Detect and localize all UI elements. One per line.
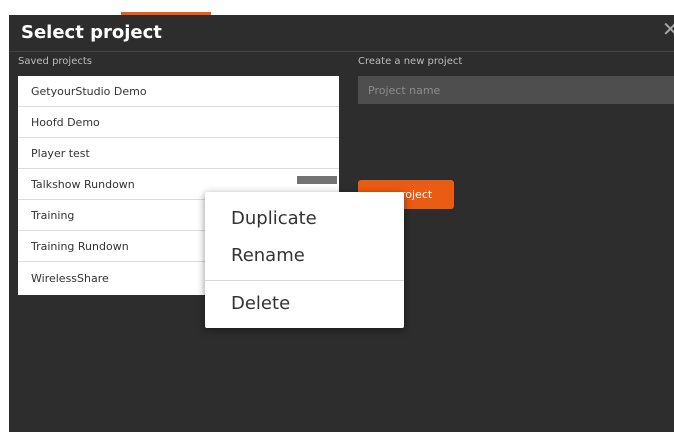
duplicate-menu-item[interactable]: Duplicate (205, 201, 404, 237)
delete-menu-item[interactable]: Delete (205, 286, 404, 322)
rename-menu-item[interactable]: Rename (205, 238, 404, 274)
saved-projects-label: Saved projects (18, 56, 92, 67)
new-project-label: Create a new project (358, 56, 463, 67)
list-item[interactable]: GetyourStudio Demo (18, 76, 339, 107)
project-context-menu: Duplicate Rename Delete (205, 192, 404, 328)
close-icon[interactable]: ✕ (662, 19, 674, 39)
dialog-title: Select project (21, 22, 162, 43)
menu-shadow (297, 176, 337, 184)
dialog-titlebar: Select project ✕ (9, 15, 674, 52)
project-name-input[interactable] (358, 76, 674, 104)
list-item[interactable]: Player test (18, 138, 339, 169)
menu-divider (205, 280, 404, 281)
list-item[interactable]: Hoofd Demo (18, 107, 339, 138)
